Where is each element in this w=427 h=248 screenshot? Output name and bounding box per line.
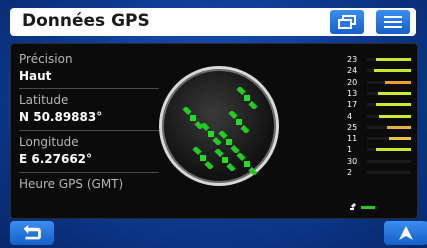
signal-track: [367, 58, 411, 61]
signal-track: [367, 125, 411, 129]
satellite-bar-row: 4: [347, 111, 413, 122]
satellite-icon: [228, 111, 250, 133]
satellite-icon: [236, 153, 258, 175]
satellite-id: 30: [347, 156, 358, 166]
satellite-sky-view: [159, 66, 279, 186]
satellite-bar-row: 24: [347, 65, 413, 76]
precision-value: Haut: [19, 69, 52, 83]
latitude-value: N 50.89883°: [19, 110, 103, 124]
divider: [19, 172, 159, 173]
satellite-id: 4: [347, 111, 353, 121]
satellite-id: 17: [347, 100, 358, 110]
satellite-id: 24: [347, 66, 358, 76]
signal-track: [367, 80, 411, 84]
signal-track: [367, 148, 411, 152]
gps-data-panel: Précision Haut Latitude N 50.89883° Long…: [10, 43, 418, 219]
signal-track: [367, 69, 411, 73]
satellite-bar-row: 30: [347, 156, 413, 167]
page-title: Données GPS: [22, 11, 150, 31]
signal-strength-bar: [386, 125, 411, 129]
navigate-arrow-icon: [399, 226, 413, 240]
satellite-bar-row: 20: [347, 77, 413, 88]
satellite-legend-icon: [350, 203, 375, 210]
precision-label: Précision: [19, 52, 73, 66]
signal-track: [367, 171, 411, 174]
satellite-id: 20: [347, 77, 358, 87]
longitude-label: Longitude: [19, 135, 79, 149]
satellite-id: 13: [347, 88, 358, 98]
signal-strength-bar: [375, 58, 411, 61]
satellite-id: 11: [347, 134, 358, 144]
longitude-value: E 6.27662°: [19, 152, 93, 166]
divider: [19, 130, 159, 131]
satellite-bar-row: 17: [347, 99, 413, 110]
satellite-id: 2: [347, 168, 353, 177]
satellite-bar-row: 1: [347, 144, 413, 155]
satellite-icon: [192, 147, 214, 169]
windows-icon: [338, 15, 356, 29]
back-arrow-icon: [23, 225, 41, 240]
signal-strength-bar: [375, 103, 411, 107]
signal-track: [367, 137, 411, 141]
menu-button[interactable]: [376, 10, 410, 34]
signal-strength-bar: [373, 69, 411, 73]
satellite-icon: [236, 87, 258, 109]
signal-strength-bar: [378, 91, 411, 95]
back-button[interactable]: [10, 221, 54, 245]
signal-track: [367, 103, 411, 107]
header-bar: Données GPS: [10, 8, 416, 36]
satellite-bar-row: 25: [347, 122, 413, 133]
divider: [19, 88, 159, 89]
signal-strength-bar: [375, 148, 411, 152]
satellite-bar-row: 23: [347, 54, 413, 65]
satellite-bar-row: 13: [347, 88, 413, 99]
gps-time-label: Heure GPS (GMT): [19, 177, 124, 191]
signal-track: [367, 159, 411, 163]
windows-button[interactable]: [330, 10, 364, 34]
signal-strength-bar: [384, 80, 411, 84]
signal-track: [367, 114, 411, 118]
satellite-bar-row: 11: [347, 133, 413, 144]
satellite-icon: [214, 149, 236, 171]
signal-strength-bar: [379, 114, 411, 118]
satellite-id: 1: [347, 145, 353, 155]
satellite-signal-bars: 23 24 20 13 17 4 25 11 1 30 2: [347, 54, 413, 202]
latitude-label: Latitude: [19, 93, 69, 107]
signal-strength-bar: [389, 137, 411, 141]
satellite-id: 25: [347, 122, 358, 132]
navigate-button[interactable]: [384, 221, 427, 245]
signal-track: [367, 91, 411, 95]
satellite-bar-row: 2: [347, 167, 413, 178]
satellite-id: 23: [347, 55, 358, 64]
menu-icon: [384, 16, 402, 28]
